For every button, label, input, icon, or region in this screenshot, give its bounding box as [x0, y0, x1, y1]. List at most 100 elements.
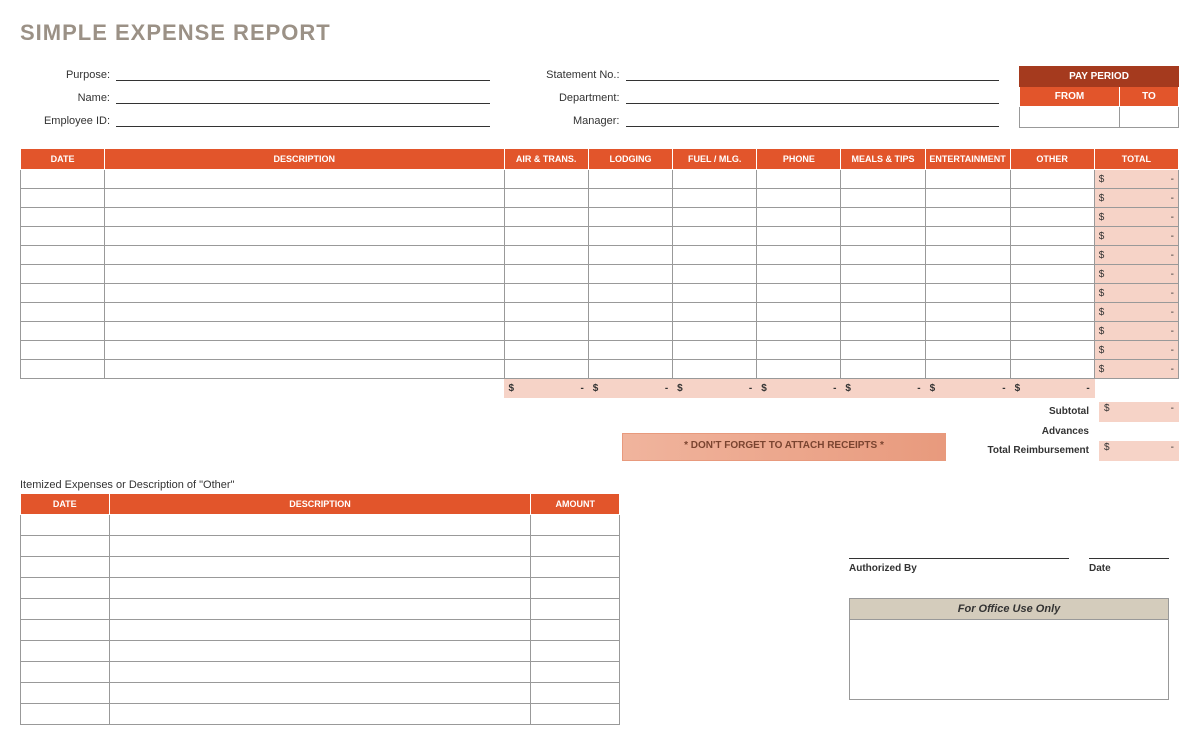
expense-cell[interactable]: [21, 284, 105, 303]
expense-cell[interactable]: [105, 170, 504, 189]
expense-cell[interactable]: [925, 284, 1010, 303]
itemized-cell[interactable]: [531, 683, 620, 704]
expense-cell[interactable]: [841, 170, 925, 189]
itemized-cell[interactable]: [109, 662, 531, 683]
expense-cell[interactable]: [673, 341, 757, 360]
expense-cell[interactable]: [673, 208, 757, 227]
expense-cell[interactable]: [105, 284, 504, 303]
expense-cell[interactable]: [925, 189, 1010, 208]
input-manager[interactable]: [626, 112, 1000, 127]
input-statement-no[interactable]: [626, 66, 1000, 81]
expense-cell[interactable]: [105, 265, 504, 284]
expense-cell[interactable]: [21, 227, 105, 246]
expense-cell[interactable]: [504, 189, 588, 208]
expense-cell[interactable]: [21, 170, 105, 189]
expense-cell[interactable]: [673, 322, 757, 341]
expense-cell[interactable]: [588, 284, 672, 303]
itemized-cell[interactable]: [109, 578, 531, 599]
itemized-cell[interactable]: [21, 557, 110, 578]
expense-cell[interactable]: [925, 303, 1010, 322]
expense-cell[interactable]: [841, 303, 925, 322]
expense-cell[interactable]: [504, 341, 588, 360]
expense-cell[interactable]: [21, 360, 105, 379]
expense-cell[interactable]: [841, 189, 925, 208]
expense-cell[interactable]: [105, 189, 504, 208]
expense-cell[interactable]: [105, 246, 504, 265]
expense-cell[interactable]: [841, 208, 925, 227]
expense-cell[interactable]: [925, 227, 1010, 246]
expense-cell[interactable]: [841, 284, 925, 303]
expense-cell[interactable]: [841, 265, 925, 284]
itemized-cell[interactable]: [109, 557, 531, 578]
expense-cell[interactable]: [588, 227, 672, 246]
expense-cell[interactable]: [841, 322, 925, 341]
expense-cell[interactable]: [757, 246, 841, 265]
expense-cell[interactable]: [21, 208, 105, 227]
pay-period-to-input[interactable]: [1119, 107, 1178, 128]
itemized-cell[interactable]: [21, 515, 110, 536]
expense-cell[interactable]: [841, 227, 925, 246]
expense-cell[interactable]: [1010, 322, 1094, 341]
expense-cell[interactable]: [504, 227, 588, 246]
expense-cell[interactable]: [1010, 246, 1094, 265]
expense-cell[interactable]: [105, 322, 504, 341]
itemized-cell[interactable]: [21, 599, 110, 620]
expense-cell[interactable]: [1010, 360, 1094, 379]
itemized-cell[interactable]: [531, 620, 620, 641]
input-name[interactable]: [116, 89, 490, 104]
itemized-cell[interactable]: [531, 578, 620, 599]
expense-cell[interactable]: [925, 208, 1010, 227]
itemized-cell[interactable]: [21, 662, 110, 683]
expense-cell[interactable]: [105, 360, 504, 379]
expense-cell[interactable]: [1010, 284, 1094, 303]
itemized-cell[interactable]: [531, 557, 620, 578]
expense-cell[interactable]: [21, 265, 105, 284]
itemized-cell[interactable]: [109, 704, 531, 725]
expense-cell[interactable]: [757, 341, 841, 360]
expense-cell[interactable]: [105, 208, 504, 227]
itemized-cell[interactable]: [531, 599, 620, 620]
itemized-cell[interactable]: [21, 704, 110, 725]
expense-cell[interactable]: [21, 246, 105, 265]
expense-cell[interactable]: [504, 246, 588, 265]
itemized-cell[interactable]: [21, 683, 110, 704]
itemized-cell[interactable]: [109, 536, 531, 557]
expense-cell[interactable]: [504, 170, 588, 189]
expense-cell[interactable]: [588, 341, 672, 360]
expense-cell[interactable]: [757, 189, 841, 208]
itemized-cell[interactable]: [21, 536, 110, 557]
expense-cell[interactable]: [504, 360, 588, 379]
expense-cell[interactable]: [504, 284, 588, 303]
expense-cell[interactable]: [504, 303, 588, 322]
expense-cell[interactable]: [105, 227, 504, 246]
expense-cell[interactable]: [1010, 189, 1094, 208]
expense-cell[interactable]: [504, 322, 588, 341]
itemized-cell[interactable]: [531, 704, 620, 725]
expense-cell[interactable]: [757, 227, 841, 246]
expense-cell[interactable]: [588, 170, 672, 189]
expense-cell[interactable]: [925, 246, 1010, 265]
itemized-cell[interactable]: [109, 599, 531, 620]
expense-cell[interactable]: [1010, 227, 1094, 246]
itemized-cell[interactable]: [531, 662, 620, 683]
expense-cell[interactable]: [757, 284, 841, 303]
expense-cell[interactable]: [588, 303, 672, 322]
expense-cell[interactable]: [588, 360, 672, 379]
expense-cell[interactable]: [673, 303, 757, 322]
expense-cell[interactable]: [757, 208, 841, 227]
expense-cell[interactable]: [673, 170, 757, 189]
input-employee-id[interactable]: [116, 112, 490, 127]
expense-cell[interactable]: [841, 360, 925, 379]
advances-value[interactable]: [1099, 422, 1179, 440]
itemized-cell[interactable]: [531, 515, 620, 536]
expense-cell[interactable]: [757, 360, 841, 379]
itemized-cell[interactable]: [21, 641, 110, 662]
expense-cell[interactable]: [105, 341, 504, 360]
expense-cell[interactable]: [1010, 208, 1094, 227]
expense-cell[interactable]: [21, 189, 105, 208]
itemized-cell[interactable]: [109, 515, 531, 536]
input-department[interactable]: [626, 89, 1000, 104]
expense-cell[interactable]: [757, 170, 841, 189]
itemized-cell[interactable]: [109, 641, 531, 662]
itemized-cell[interactable]: [109, 683, 531, 704]
